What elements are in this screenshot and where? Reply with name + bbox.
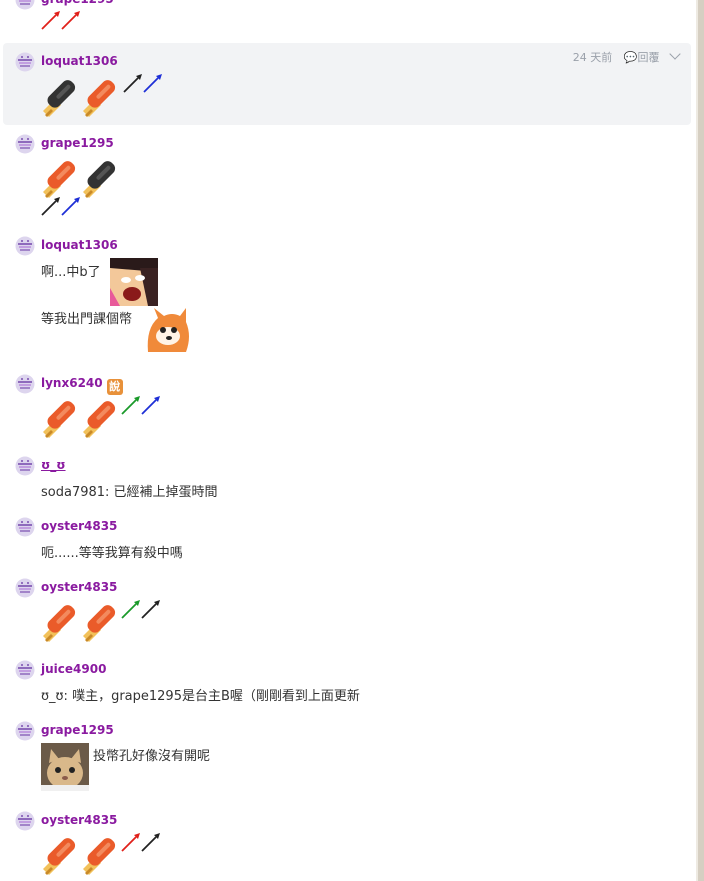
avatar[interactable]	[15, 456, 35, 476]
username: lynx6240 說	[41, 376, 123, 395]
red-dart-sticker	[61, 10, 81, 30]
kichi-fortune-sticker	[81, 396, 123, 438]
username-link[interactable]: oyster4835	[41, 580, 117, 594]
comment-item: juice4900 ʊ_ʊ: 噗主，grape1295是台主B喔（剛剛看到上面更…	[0, 660, 696, 704]
avatar[interactable]	[15, 0, 35, 10]
comment-item-highlighted: loquat1306 24 天前 💬回覆	[3, 43, 691, 125]
comment-item: grape1295	[0, 0, 696, 30]
comment-item: oyster4835 呃......等等我算有殺中嗎	[0, 517, 696, 561]
timestamp: 24 天前	[572, 51, 613, 64]
avatar[interactable]	[15, 660, 35, 680]
black-dart-sticker	[141, 599, 161, 619]
speech-badge-icon: 說	[106, 379, 123, 395]
comment-item: grape1295 投幣孔好像沒有開呢	[0, 721, 696, 801]
kichi-fortune-sticker	[41, 600, 83, 642]
shocked-face-sticker	[110, 258, 158, 306]
black-dart-sticker	[41, 196, 61, 216]
comment-meta: 24 天前 💬回覆	[565, 48, 681, 65]
avatar[interactable]	[15, 578, 35, 598]
username-link[interactable]: loquat1306	[41, 238, 118, 252]
black-dart-sticker	[141, 832, 161, 852]
red-dart-sticker	[121, 832, 141, 852]
green-dart-sticker	[121, 599, 141, 619]
black-dart-sticker	[123, 73, 143, 93]
username-link[interactable]: grape1295	[41, 0, 114, 6]
username-link[interactable]: lynx6240	[41, 376, 103, 390]
comment-item: ʊ_ʊ soda7981: 已經補上掉蛋時間	[0, 456, 696, 500]
comment-item: grape1295	[0, 134, 696, 220]
page-scrollbar[interactable]	[696, 0, 704, 881]
username-link[interactable]: juice4900	[41, 662, 106, 676]
kichi-fortune-sticker	[41, 833, 83, 875]
username-link[interactable]: grape1295	[41, 136, 114, 150]
avatar[interactable]	[15, 517, 35, 537]
blue-dart-sticker	[61, 196, 81, 216]
comment-item: oyster4835	[0, 811, 696, 881]
reply-button[interactable]: 💬回覆	[624, 51, 660, 64]
blue-dart-sticker	[141, 395, 161, 415]
username-link[interactable]: oyster4835	[41, 813, 117, 827]
green-dart-sticker	[121, 395, 141, 415]
comment-item: loquat1306 啊...中b了 等我出門課個幣	[0, 236, 696, 360]
kyo-fortune-sticker	[81, 156, 123, 198]
avatar[interactable]	[15, 134, 35, 154]
username-link[interactable]: ʊ_ʊ	[41, 458, 66, 472]
comment-text: 投幣孔好像沒有開呢	[93, 749, 211, 764]
kichi-fortune-sticker	[81, 600, 123, 642]
daikichi-fortune-sticker	[41, 156, 83, 198]
comment-text: 呃......等等我算有殺中嗎	[41, 546, 183, 561]
comment-item: oyster4835	[0, 578, 696, 644]
avatar[interactable]	[15, 374, 35, 394]
username-link[interactable]: loquat1306	[41, 54, 118, 68]
chat-bubble-icon: 💬	[623, 51, 638, 64]
blue-dart-sticker	[143, 73, 163, 93]
comment-item: lynx6240 說	[0, 374, 696, 440]
comment-text: soda7981: 已經補上掉蛋時間	[41, 485, 218, 500]
username-link[interactable]: oyster4835	[41, 519, 117, 533]
chevron-down-icon[interactable]	[669, 48, 681, 60]
kyo-fortune-sticker	[41, 75, 83, 117]
daikichi-fortune-sticker	[41, 396, 83, 438]
comment-feed: grape1295 loquat1306 24 天前 💬回覆 grape1295…	[0, 0, 696, 881]
avatar[interactable]	[15, 236, 35, 256]
cat-photo-sticker	[41, 743, 89, 791]
red-dart-sticker	[41, 10, 61, 30]
comment-text: ʊ_ʊ: 噗主，grape1295是台主B喔（剛剛看到上面更新	[41, 689, 360, 704]
avatar[interactable]	[15, 721, 35, 741]
kichi-fortune-sticker	[81, 833, 123, 875]
avatar[interactable]	[15, 811, 35, 831]
comment-text: 等我出門課個幣	[41, 312, 133, 327]
kichi-fortune-sticker	[81, 75, 123, 117]
avatar[interactable]	[15, 52, 35, 72]
fox-sticker	[147, 308, 189, 352]
username-link[interactable]: grape1295	[41, 723, 114, 737]
comment-text: 啊...中b了	[41, 265, 101, 280]
